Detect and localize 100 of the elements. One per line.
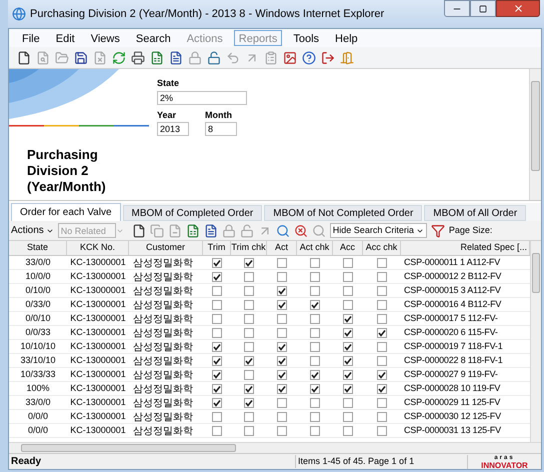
checkbox[interactable] [277,342,287,352]
refresh-icon[interactable] [112,50,126,64]
checkbox[interactable] [244,356,254,366]
checkbox[interactable] [377,328,387,338]
column-header[interactable]: Trim chk [231,241,267,255]
tab[interactable]: Order for each Valve [11,203,121,221]
checkbox[interactable] [310,328,320,338]
state-field[interactable]: 2% [157,90,247,104]
checkbox[interactable] [377,412,387,422]
tab[interactable]: MBOM of Not Completed Order [264,205,422,221]
menu-item[interactable]: File [17,30,45,46]
lock-icon[interactable] [188,50,202,64]
menu-item[interactable]: Search [130,30,176,46]
unlock-icon[interactable] [207,50,221,64]
column-header[interactable]: Act [267,241,297,255]
checkbox[interactable] [377,426,387,436]
checkbox[interactable] [377,258,387,268]
checkbox[interactable] [244,342,254,352]
unlock-icon[interactable] [240,224,254,238]
checkbox[interactable] [343,258,353,268]
column-header[interactable]: Acc chk [363,241,401,255]
checkbox[interactable] [310,286,320,296]
checkbox[interactable] [277,272,287,282]
printer-icon[interactable] [131,50,145,64]
checkbox[interactable] [343,314,353,324]
checkbox[interactable] [277,356,287,366]
checkbox[interactable] [343,412,353,422]
checkbox[interactable] [244,328,254,338]
checkbox[interactable] [310,342,320,352]
checkbox[interactable] [310,412,320,422]
undo-icon[interactable] [226,50,240,64]
checkbox[interactable] [343,370,353,380]
column-header[interactable]: Customer [129,241,203,255]
checkbox[interactable] [310,258,320,268]
view-document-icon[interactable] [36,50,50,64]
search-mode-dropdown[interactable]: Hide Search Criteria [330,223,427,238]
actions-menu[interactable]: Actions [11,223,54,238]
checkbox[interactable] [377,286,387,296]
clipboard-icon[interactable] [264,50,278,64]
menu-item[interactable]: Edit [50,30,80,46]
checkbox[interactable] [310,314,320,324]
tab[interactable]: MBOM of Completed Order [122,205,262,221]
menu-item[interactable]: Tools [288,30,324,46]
search-icon[interactable] [276,224,290,238]
checkbox[interactable] [244,384,254,394]
checkbox[interactable] [343,286,353,296]
folder-icon[interactable] [55,50,69,64]
checkbox[interactable] [212,356,222,366]
column-header[interactable]: KCK No. [67,241,129,255]
checkbox[interactable] [244,370,254,380]
checkbox[interactable] [212,370,222,380]
checkbox[interactable] [343,398,353,408]
checkbox[interactable] [212,300,222,310]
checkbox[interactable] [310,356,320,366]
image-icon[interactable] [283,50,297,64]
checkbox[interactable] [244,412,254,422]
new-document-icon[interactable] [17,50,31,64]
input-field[interactable]: 2013 [157,122,189,136]
help-icon[interactable] [302,50,316,64]
logout-icon[interactable] [321,50,335,64]
delete-document-icon[interactable] [168,224,182,238]
checkbox[interactable] [277,412,287,422]
column-header[interactable]: Acc [333,241,363,255]
checkbox[interactable] [212,286,222,296]
vertical-scrollbar[interactable] [529,69,541,200]
checkbox[interactable] [310,384,320,394]
checkbox[interactable] [377,398,387,408]
checkbox[interactable] [277,300,287,310]
checkbox[interactable] [377,300,387,310]
new-document-icon[interactable] [132,224,146,238]
checkbox[interactable] [343,356,353,366]
tab[interactable]: MBOM of All Order [424,205,526,221]
spreadsheet-icon[interactable] [150,50,164,64]
column-header[interactable]: Trim [203,241,231,255]
menu-item[interactable]: Views [86,30,125,46]
checkbox[interactable] [277,286,287,296]
close-button[interactable] [496,0,540,17]
checkbox[interactable] [277,314,287,324]
checkbox[interactable] [310,272,320,282]
checkbox[interactable] [212,328,222,338]
checkbox[interactable] [244,398,254,408]
door-icon[interactable] [340,50,354,64]
checkbox[interactable] [212,426,222,436]
column-header[interactable]: Act chk [297,241,333,255]
horizontal-scrollbar[interactable] [9,442,541,453]
checkbox[interactable] [343,426,353,436]
delete-document-icon[interactable] [93,50,107,64]
checkbox[interactable] [277,426,287,436]
checkbox[interactable] [343,328,353,338]
checkbox[interactable] [310,398,320,408]
checkbox[interactable] [377,356,387,366]
checkbox[interactable] [377,342,387,352]
filter-icon[interactable] [430,224,445,238]
checkbox[interactable] [244,426,254,436]
checkbox[interactable] [343,300,353,310]
checkbox[interactable] [377,370,387,380]
checkbox[interactable] [343,272,353,282]
checkbox[interactable] [212,398,222,408]
checkbox[interactable] [310,370,320,380]
document-icon[interactable] [169,50,183,64]
